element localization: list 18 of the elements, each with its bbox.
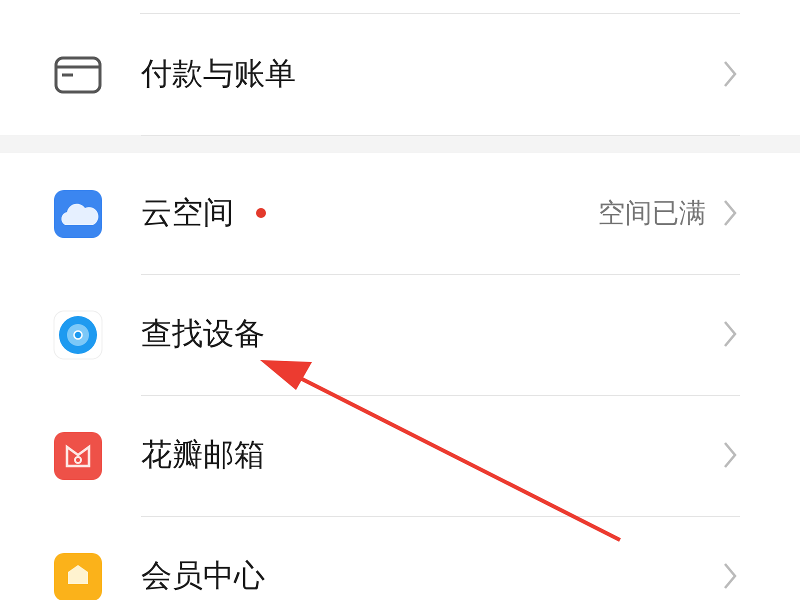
item-label: 花瓣邮箱: [141, 436, 265, 475]
member-icon: [53, 552, 103, 600]
chevron-icon: [722, 561, 738, 591]
settings-item[interactable]: 花瓣邮箱: [0, 395, 800, 516]
item-label: 会员中心: [141, 557, 265, 596]
chevron-icon: [722, 59, 738, 89]
settings-item[interactable]: 会员中心: [0, 516, 800, 600]
chevron-icon: [722, 198, 738, 228]
item-detail: 空间已满: [598, 197, 706, 231]
item-label: 付款与账单: [141, 55, 296, 94]
chevron-icon: [722, 319, 738, 349]
cloud-icon: [53, 188, 103, 238]
mail-icon: [53, 430, 103, 480]
item-label: 查找设备: [141, 315, 265, 354]
item-label: 云空间: [141, 194, 234, 233]
settings-item[interactable]: 云空间 空间已满: [0, 153, 800, 274]
locator-icon: [53, 310, 103, 360]
chevron-icon: [722, 440, 738, 470]
